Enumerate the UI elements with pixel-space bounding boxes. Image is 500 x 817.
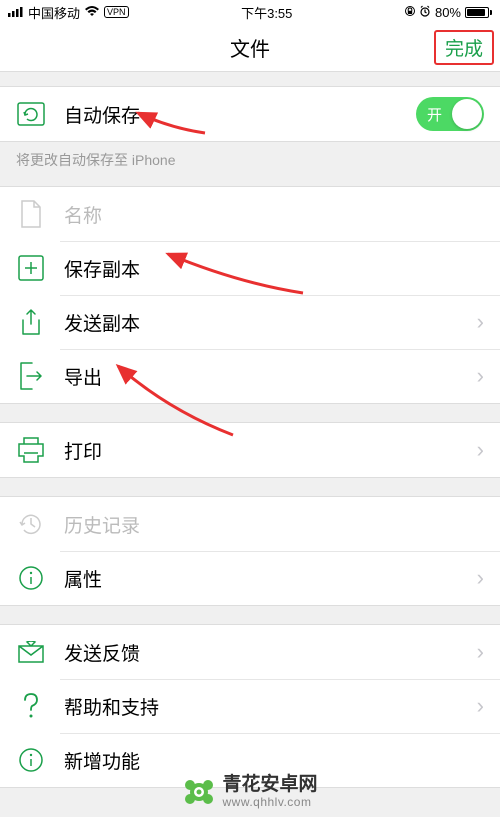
section-print: 打印 › <box>0 422 500 478</box>
toggle-knob <box>452 99 482 129</box>
row-save-copy[interactable]: 保存副本 <box>0 241 500 295</box>
help-icon <box>16 691 46 721</box>
row-send-copy[interactable]: 发送副本 › <box>0 295 500 349</box>
status-right: 80% <box>405 5 492 20</box>
print-icon <box>16 435 46 465</box>
print-label: 打印 <box>64 437 477 464</box>
status-left: 中国移动 VPN <box>8 3 129 22</box>
carrier-label: 中国移动 <box>28 3 80 22</box>
feedback-label: 发送反馈 <box>64 639 477 666</box>
signal-icon <box>8 5 24 20</box>
history-label: 历史记录 <box>64 511 484 538</box>
battery-icon <box>465 7 492 18</box>
status-time: 下午3:55 <box>241 3 292 22</box>
row-help[interactable]: 帮助和支持 › <box>0 679 500 733</box>
row-properties[interactable]: 属性 › <box>0 551 500 605</box>
watermark: 青花安卓网 www.qhhlv.com <box>0 775 500 809</box>
watermark-logo-icon <box>182 775 216 809</box>
chevron-right-icon: › <box>477 363 484 389</box>
chevron-right-icon: › <box>477 565 484 591</box>
info-icon <box>16 745 46 775</box>
watermark-url: www.qhhlv.com <box>222 796 317 809</box>
document-icon <box>16 199 46 229</box>
whats-new-label: 新增功能 <box>64 747 484 774</box>
row-history: 历史记录 <box>0 497 500 551</box>
help-label: 帮助和支持 <box>64 693 477 720</box>
history-icon <box>16 509 46 539</box>
chevron-right-icon: › <box>477 693 484 719</box>
section-info: 历史记录 属性 › <box>0 496 500 606</box>
autosave-label: 自动保存 <box>64 101 416 128</box>
section-autosave: 自动保存 开 <box>0 86 500 142</box>
watermark-title: 青花安卓网 <box>222 775 317 796</box>
wifi-icon <box>84 5 100 20</box>
chevron-right-icon: › <box>477 639 484 665</box>
row-export[interactable]: 导出 › <box>0 349 500 403</box>
alarm-icon <box>419 5 431 20</box>
feedback-icon <box>16 637 46 667</box>
autosave-toggle[interactable]: 开 <box>416 97 484 131</box>
nav-bar: 文件 完成 <box>0 24 500 72</box>
lock-icon <box>405 5 415 20</box>
row-name: 名称 <box>0 187 500 241</box>
autosave-footer: 将更改自动保存至 iPhone <box>0 142 500 172</box>
section-file-ops: 名称 保存副本 发送副本 › 导出 › <box>0 186 500 404</box>
row-autosave[interactable]: 自动保存 开 <box>0 87 500 141</box>
done-button[interactable]: 完成 <box>434 30 494 65</box>
chevron-right-icon: › <box>477 309 484 335</box>
battery-pct: 80% <box>435 5 461 20</box>
row-print[interactable]: 打印 › <box>0 423 500 477</box>
info-icon <box>16 563 46 593</box>
page-title: 文件 <box>230 33 270 62</box>
autosave-icon <box>16 99 46 129</box>
export-label: 导出 <box>64 363 477 390</box>
share-icon <box>16 307 46 337</box>
save-copy-label: 保存副本 <box>64 255 484 282</box>
chevron-right-icon: › <box>477 437 484 463</box>
export-icon <box>16 361 46 391</box>
section-support: 发送反馈 › 帮助和支持 › 新增功能 <box>0 624 500 788</box>
row-feedback[interactable]: 发送反馈 › <box>0 625 500 679</box>
properties-label: 属性 <box>64 565 477 592</box>
name-label: 名称 <box>64 201 484 228</box>
status-bar: 中国移动 VPN 下午3:55 80% <box>0 0 500 24</box>
vpn-badge: VPN <box>104 6 129 18</box>
send-copy-label: 发送副本 <box>64 309 477 336</box>
save-copy-icon <box>16 253 46 283</box>
